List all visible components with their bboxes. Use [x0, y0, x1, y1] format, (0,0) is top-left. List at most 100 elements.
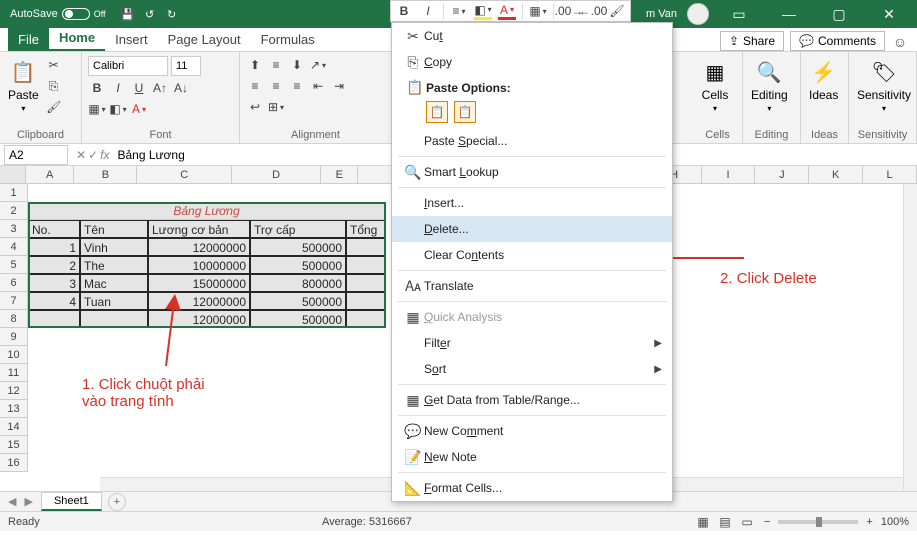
column-header[interactable]: C [137, 166, 232, 183]
cell[interactable]: 10000000 [148, 256, 250, 274]
cm-new-note[interactable]: 📝New Note [392, 444, 672, 470]
row-header[interactable]: 13 [0, 400, 28, 418]
font-size-select[interactable]: 11 [171, 56, 201, 76]
copy-icon[interactable]: ⎘ [45, 77, 63, 95]
decrease-decimal-icon[interactable]: ←.00 [584, 2, 602, 20]
cell[interactable]: 2 [28, 256, 80, 274]
cell[interactable] [346, 310, 386, 328]
vertical-scrollbar[interactable] [903, 184, 917, 491]
row-header[interactable]: 5 [0, 256, 28, 274]
ribbon-collapse-icon[interactable]: ▭ [719, 0, 759, 28]
tab-formulas[interactable]: Formulas [251, 28, 325, 51]
column-header[interactable]: L [863, 166, 917, 183]
cell[interactable]: 500000 [250, 256, 346, 274]
autosave-toggle[interactable] [62, 8, 90, 20]
add-sheet-button[interactable]: + [108, 493, 126, 511]
ideas-button[interactable]: ⚡Ideas [807, 56, 840, 104]
tab-home[interactable]: Home [49, 26, 105, 51]
format-painter-icon[interactable]: 🖌 [45, 98, 63, 116]
sheet-nav-next-icon[interactable]: ▶ [20, 495, 36, 508]
cell[interactable]: 500000 [250, 238, 346, 256]
sheet-tab[interactable]: Sheet1 [41, 492, 102, 511]
align-middle-icon[interactable]: ≡ [267, 56, 285, 74]
normal-view-icon[interactable]: ▦ [694, 513, 712, 531]
avatar[interactable] [687, 3, 709, 25]
align-bottom-icon[interactable]: ⬇ [288, 56, 306, 74]
column-header[interactable]: A [26, 166, 74, 183]
increase-font-icon[interactable]: A↑ [151, 79, 169, 97]
cut-icon[interactable]: ✂ [45, 56, 63, 74]
cell[interactable]: 800000 [250, 274, 346, 292]
cell[interactable]: The [80, 256, 148, 274]
row-header[interactable]: 4 [0, 238, 28, 256]
cell[interactable] [346, 274, 386, 292]
italic-icon[interactable]: I [109, 79, 127, 97]
bold-icon[interactable]: B [88, 79, 106, 97]
row-header[interactable]: 10 [0, 346, 28, 364]
cell[interactable]: Vinh [80, 238, 148, 256]
align-left-icon[interactable]: ≡ [246, 77, 264, 95]
row-header[interactable]: 12 [0, 382, 28, 400]
cm-format-cells[interactable]: 📐Format Cells... [392, 475, 672, 501]
cm-smart-lookup[interactable]: 🔍Smart Lookup [392, 159, 672, 185]
column-header[interactable]: E [321, 166, 358, 183]
align-center-icon[interactable]: ≡ [267, 77, 285, 95]
bold-icon[interactable]: B [395, 2, 413, 20]
cell[interactable]: Tên [80, 220, 148, 238]
row-header[interactable]: 3 [0, 220, 28, 238]
editing-button[interactable]: 🔍Editing▾ [749, 56, 790, 115]
cm-get-data[interactable]: ▦Get Data from Table/Range... [392, 387, 672, 413]
cell[interactable] [346, 256, 386, 274]
table-title-cell[interactable]: Bảng Lương [28, 202, 386, 220]
fx-icon[interactable]: fx [100, 148, 109, 162]
cell[interactable]: 500000 [250, 292, 346, 310]
zoom-level[interactable]: 100% [881, 516, 909, 528]
cm-paste-special[interactable]: Paste Special... [392, 128, 672, 154]
cm-sort[interactable]: Sort▶ [392, 356, 672, 382]
cell[interactable] [28, 310, 80, 328]
cell[interactable]: No. [28, 220, 80, 238]
increase-decimal-icon[interactable]: .00→ [560, 2, 578, 20]
cm-delete[interactable]: Delete... [392, 216, 672, 242]
column-header[interactable]: J [755, 166, 809, 183]
column-header[interactable]: K [809, 166, 863, 183]
row-header[interactable]: 15 [0, 436, 28, 454]
cancel-formula-icon[interactable]: ✕ [76, 148, 86, 162]
column-header[interactable]: B [74, 166, 137, 183]
cell[interactable]: Tuan [80, 292, 148, 310]
cell[interactable]: 500000 [250, 310, 346, 328]
cell[interactable]: 15000000 [148, 274, 250, 292]
row-header[interactable]: 11 [0, 364, 28, 382]
cell[interactable]: 12000000 [148, 238, 250, 256]
row-header[interactable]: 16 [0, 454, 28, 472]
fill-color-icon[interactable]: ◧ [474, 2, 492, 20]
cell[interactable]: Mac [80, 274, 148, 292]
zoom-in-icon[interactable]: + [866, 516, 872, 528]
cm-filter[interactable]: Filter▶ [392, 330, 672, 356]
font-name-select[interactable]: Calibri [88, 56, 168, 76]
format-painter-icon[interactable]: 🖌 [608, 2, 626, 20]
save-icon[interactable]: 💾 [120, 6, 136, 22]
share-button[interactable]: ⇪Share [720, 31, 784, 51]
name-box[interactable]: A2 [4, 145, 68, 165]
paste-default-icon[interactable]: 📋 [426, 101, 448, 123]
column-header[interactable]: I [702, 166, 756, 183]
page-break-view-icon[interactable]: ▭ [738, 513, 756, 531]
page-layout-view-icon[interactable]: ▤ [716, 513, 734, 531]
row-header[interactable]: 8 [0, 310, 28, 328]
cell[interactable]: 3 [28, 274, 80, 292]
row-header[interactable]: 14 [0, 418, 28, 436]
font-color-icon[interactable]: A [130, 100, 148, 118]
select-all-corner[interactable] [0, 166, 26, 183]
undo-icon[interactable]: ↺ [142, 6, 158, 22]
cm-insert[interactable]: Insert... [392, 190, 672, 216]
decrease-font-icon[interactable]: A↓ [172, 79, 190, 97]
paste-values-icon[interactable]: 📋 [454, 101, 476, 123]
cell[interactable] [346, 292, 386, 310]
tab-insert[interactable]: Insert [105, 28, 158, 51]
cm-copy[interactable]: ⎘Copy [392, 49, 672, 75]
cell[interactable]: 1 [28, 238, 80, 256]
paste-button[interactable]: 📋 Paste ▾ [6, 56, 41, 115]
cell[interactable] [80, 310, 148, 328]
cm-translate[interactable]: 🗛Translate [392, 273, 672, 299]
